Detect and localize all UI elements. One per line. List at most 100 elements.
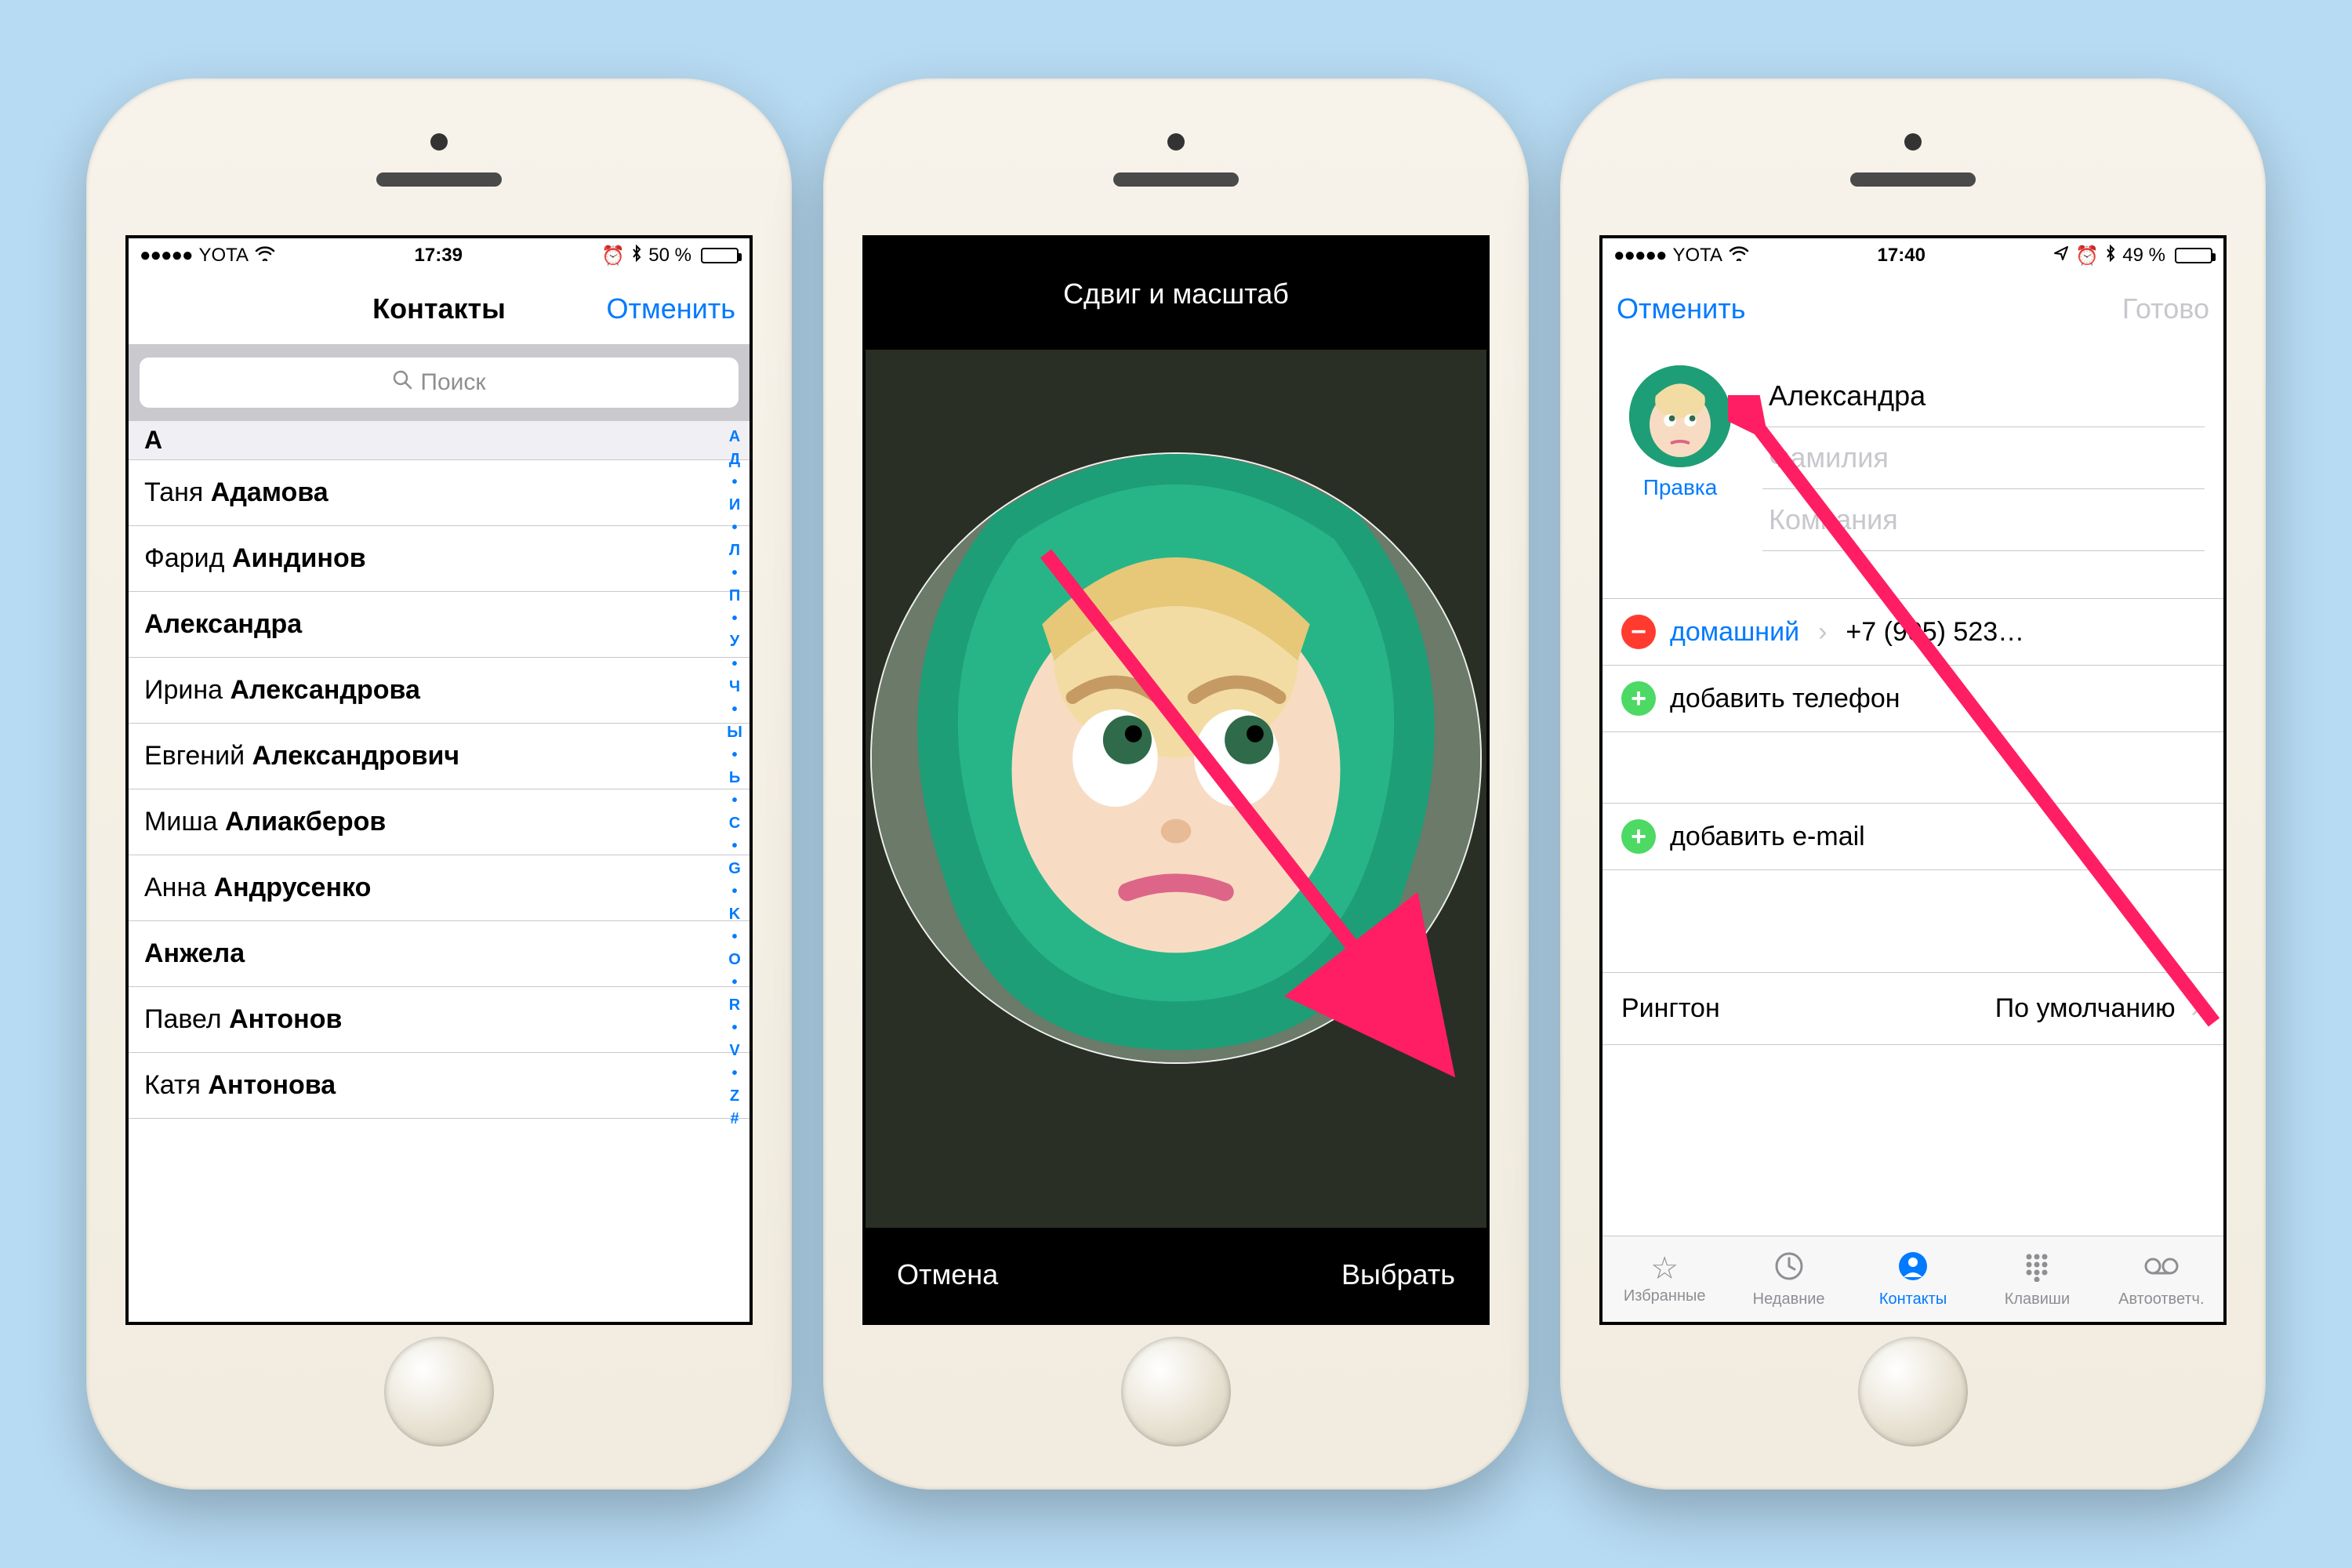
index-rail[interactable]: АД • И • Л • П • У • Ч • Ы • Ь • C • G • K • O • R • V • Z # [723,420,746,1322]
index-letter[interactable]: Д [729,451,740,469]
add-icon[interactable]: + [1621,819,1656,854]
last-name-field[interactable]: Фамилия [1762,427,2205,489]
contact-row[interactable]: Анжела [129,921,750,987]
keypad-icon [2021,1250,2053,1287]
tab-contacts[interactable]: Контакты [1851,1236,1975,1322]
contact-row[interactable]: Катя Антонова [129,1053,750,1119]
index-letter[interactable]: • [731,655,737,673]
edit-photo-link[interactable]: Правка [1643,475,1718,500]
contact-row[interactable]: Ирина Александрова [129,658,750,724]
wifi-icon [1729,245,1749,267]
tab-voicemail[interactable]: Автоответч. [2100,1236,2223,1322]
phone-camera [1167,133,1185,151]
contact-row[interactable]: Фарид Аиндинов [129,526,750,592]
index-letter[interactable]: • [731,1065,737,1083]
index-letter[interactable]: • [731,474,737,492]
phone-speaker [1113,172,1239,187]
add-icon[interactable]: + [1621,681,1656,716]
add-email-row[interactable]: + добавить e-mail [1602,804,2223,870]
contact-row[interactable]: Павел Антонов [129,987,750,1053]
contact-row[interactable]: Анна Андрусенко [129,855,750,921]
move-scale-screen: Сдвиг и масштаб [862,235,1490,1325]
avatar[interactable] [1629,365,1731,467]
contact-row[interactable]: Евгений Александрович [129,724,750,789]
home-button[interactable] [1121,1337,1231,1446]
nav-title: Контакты [372,292,506,325]
add-phone-row[interactable]: + добавить телефон [1602,666,2223,732]
tab-keypad[interactable]: Клавиши [1975,1236,2099,1322]
index-letter[interactable]: R [729,996,740,1014]
remove-icon[interactable]: − [1621,615,1656,649]
home-button[interactable] [384,1337,494,1446]
index-letter[interactable]: Ч [729,678,740,696]
index-letter[interactable]: V [729,1042,739,1060]
done-button[interactable]: Готово [2122,292,2209,325]
index-letter[interactable]: • [731,519,737,537]
index-letter[interactable]: C [729,815,740,833]
index-letter[interactable]: И [729,496,740,514]
clock: 17:40 [1878,245,1926,267]
phone-type[interactable]: домашний [1670,617,1799,648]
contact-icon [1897,1250,1929,1287]
nav-bar: Отменить Готово [1602,273,2223,345]
phone-contacts: ●●●●● YOTA 17:39 ⏰ 50 % Контакты Отмени [86,78,792,1490]
tab-recents[interactable]: Недавние [1726,1236,1850,1322]
home-button[interactable] [1858,1337,1968,1446]
index-letter[interactable]: • [731,792,737,810]
alarm-icon: ⏰ [601,245,625,267]
cancel-button[interactable]: Отмена [897,1258,998,1291]
battery-percent: 49 % [2122,245,2165,267]
index-letter[interactable]: • [731,1019,737,1037]
wifi-icon [255,245,275,267]
index-letter[interactable]: П [729,587,740,605]
index-letter[interactable]: • [731,701,737,719]
choose-button[interactable]: Выбрать [1341,1258,1455,1291]
index-letter[interactable]: • [731,883,737,901]
index-letter[interactable]: Z [730,1087,739,1105]
search-input[interactable]: Поиск [140,358,739,408]
tab-bar: ☆ Избранные Недавние Контакты Клавиши [1602,1236,2223,1322]
index-letter[interactable]: У [730,633,739,651]
index-letter[interactable]: K [729,906,740,924]
index-letter[interactable]: • [731,837,737,855]
chevron-right-icon: › [2191,993,2200,1024]
cancel-button[interactable]: Отменить [607,292,736,325]
add-email-label: добавить e-mail [1670,822,1865,852]
battery-percent: 50 % [648,245,691,267]
index-letter[interactable]: А [729,428,740,446]
index-letter[interactable]: O [728,951,741,969]
contact-list[interactable]: А Таня АдамоваФарид АиндиновАлександраИр… [129,420,750,1322]
add-phone-label: добавить телефон [1670,684,1900,714]
index-letter[interactable]: • [731,564,737,583]
carrier-label: YOTA [1672,245,1722,267]
ringtone-row[interactable]: Рингтон По умолчанию › [1602,972,2223,1045]
cancel-button[interactable]: Отменить [1617,292,1746,325]
contact-row[interactable]: Миша Алиакберов [129,789,750,855]
index-letter[interactable]: Ы [727,724,742,742]
index-letter[interactable]: Ь [729,769,740,787]
status-bar: ●●●●● YOTA 17:40 ⏰ 49 % [1602,238,2223,273]
phone-value[interactable]: +7 (905) 523… [1846,617,2205,648]
crop-circle [870,452,1482,1064]
phone-row[interactable]: − домашний › +7 (905) 523… [1602,599,2223,666]
chevron-right-icon: › [1818,617,1827,648]
nav-bar: Контакты Отменить [129,273,750,345]
photo-crop-area[interactable] [866,350,1486,1228]
index-letter[interactable]: Л [729,542,740,560]
contact-row[interactable]: Александра [129,592,750,658]
index-letter[interactable]: • [731,610,737,628]
contact-row[interactable]: Таня Адамова [129,460,750,526]
edit-contact-screen: ●●●●● YOTA 17:40 ⏰ 49 % [1599,235,2227,1325]
bluetooth-icon [631,245,642,267]
email-group: + добавить e-mail [1602,803,2223,870]
index-letter[interactable]: • [731,928,737,946]
index-letter[interactable]: • [731,974,737,992]
battery-icon [698,248,739,263]
index-letter[interactable]: # [730,1110,739,1128]
index-letter[interactable]: • [731,746,737,764]
first-name-field[interactable]: Александра [1762,365,2205,427]
company-field[interactable]: Компания [1762,489,2205,551]
search-icon [392,369,412,396]
tab-favorites[interactable]: ☆ Избранные [1602,1236,1726,1322]
index-letter[interactable]: G [728,860,741,878]
